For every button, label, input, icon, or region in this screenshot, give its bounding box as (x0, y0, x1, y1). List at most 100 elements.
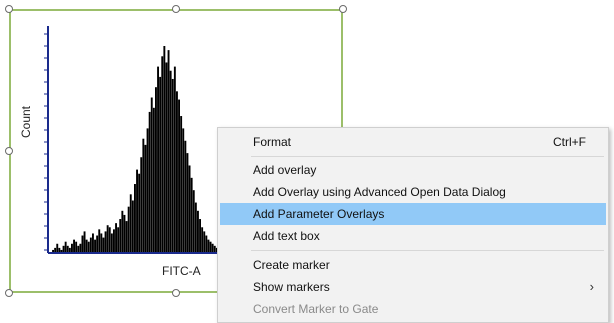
histogram-bar (60, 249, 63, 252)
histogram-bar (96, 235, 99, 252)
histogram-bar (178, 99, 180, 252)
menu-item-label: Add Overlay using Advanced Open Data Dia… (253, 185, 506, 199)
histogram-bar (66, 245, 69, 252)
histogram-bar (167, 50, 170, 253)
menu-item-label: Show markers (253, 280, 330, 294)
histogram-bar (173, 66, 176, 252)
menu-item-label: Add text box (253, 229, 320, 243)
histogram-bar (75, 241, 78, 252)
menu-item-label: Format (253, 135, 292, 149)
context-menu: Format Ctrl+F Add overlay Add Overlay us… (217, 127, 609, 323)
histogram-bar (211, 243, 214, 252)
histogram-bar (52, 249, 54, 252)
histogram-bar (131, 200, 134, 252)
histogram-bar (64, 241, 67, 252)
histogram-bar (58, 247, 61, 252)
histogram-bar (83, 231, 86, 252)
histogram-bar (171, 78, 174, 253)
histogram-bar (148, 111, 151, 252)
menu-item-add-overlay[interactable]: Add overlay (220, 159, 606, 181)
histogram-bar (125, 221, 128, 252)
histogram-bar (123, 214, 126, 252)
histogram-bar (207, 239, 210, 252)
histogram-bar (213, 245, 216, 252)
histogram-bar (186, 153, 189, 252)
histogram-bar (165, 62, 168, 253)
histogram-bar (113, 229, 115, 252)
histogram-bar (73, 239, 75, 252)
histogram-bars (50, 46, 218, 253)
histogram-bar (129, 194, 132, 252)
menu-item-add-parameter-overlays[interactable]: Add Parameter Overlays (220, 203, 606, 225)
x-axis-label: FITC-A (162, 264, 201, 278)
histogram-bar (192, 190, 195, 252)
histogram-bar (140, 157, 143, 252)
histogram-bar (117, 227, 120, 252)
histogram-bar (144, 144, 147, 252)
histogram-bar (152, 107, 155, 252)
histogram-bar (169, 70, 172, 252)
menu-item-label: Add overlay (253, 163, 317, 177)
histogram-bar (119, 219, 122, 252)
histogram-bar (104, 231, 107, 252)
histogram-bar (176, 91, 178, 252)
histogram-bar (155, 87, 157, 252)
histogram-bar (77, 245, 80, 252)
menu-item-create-marker[interactable]: Create marker (220, 254, 606, 276)
histogram-bar (79, 243, 82, 252)
y-axis-label: Count (19, 105, 33, 138)
histogram-bar (184, 140, 187, 252)
histogram-bar (136, 169, 138, 252)
histogram-bar (203, 231, 206, 252)
histogram-bar (138, 173, 141, 252)
menu-item-show-markers[interactable]: Show markers › (220, 276, 606, 298)
menu-item-add-text-box[interactable]: Add text box (220, 225, 606, 247)
menu-item-label: Convert Marker to Gate (253, 302, 379, 316)
histogram-bar (110, 233, 113, 252)
histogram-bar (56, 243, 59, 252)
chevron-right-icon: › (589, 279, 594, 294)
menu-item-add-overlay-advanced[interactable]: Add Overlay using Advanced Open Data Dia… (220, 181, 606, 203)
histogram-bar (127, 206, 130, 252)
shortcut-text: Ctrl+F (553, 135, 586, 149)
histogram-bar (180, 116, 183, 252)
menu-item-convert-marker-to-gate: Convert Marker to Gate (220, 298, 606, 320)
histogram-bar (102, 237, 105, 252)
histogram-bar (188, 165, 191, 252)
histogram-bar (134, 184, 136, 252)
histogram-bar (199, 219, 201, 252)
histogram-bar (85, 239, 88, 252)
histogram-bar (205, 235, 208, 252)
histogram-bar (68, 247, 71, 252)
histogram-bar (142, 138, 145, 252)
histogram-bar (201, 227, 204, 252)
histogram-bar (62, 245, 65, 252)
histogram-bar (150, 97, 153, 252)
histogram-bar (157, 66, 159, 252)
histogram-bar (197, 210, 199, 252)
menu-separator (251, 250, 604, 251)
histogram-bar (54, 247, 57, 252)
menu-item-label: Add Parameter Overlays (253, 207, 385, 221)
histogram-bar (98, 229, 101, 252)
menu-item-label: Create marker (253, 258, 330, 272)
histogram-bar (115, 223, 117, 252)
histogram-bar (87, 241, 90, 252)
histogram-bar (71, 243, 73, 252)
histogram-bar (159, 76, 162, 253)
histogram-bar (182, 128, 185, 252)
histogram-bar (194, 202, 197, 252)
histogram-bar (81, 235, 84, 252)
histogram-bar (92, 233, 94, 252)
histogram-bar (108, 227, 111, 252)
histogram-bar (146, 128, 149, 252)
histogram-bar (161, 56, 164, 252)
histogram-bar (209, 241, 212, 252)
menu-item-format[interactable]: Format Ctrl+F (220, 131, 606, 153)
histogram-bar (100, 233, 103, 252)
histogram-bar (190, 177, 193, 252)
histogram-bar (94, 239, 96, 252)
histogram-bar (89, 237, 92, 252)
histogram-bar (163, 46, 166, 252)
menu-separator (251, 156, 604, 157)
